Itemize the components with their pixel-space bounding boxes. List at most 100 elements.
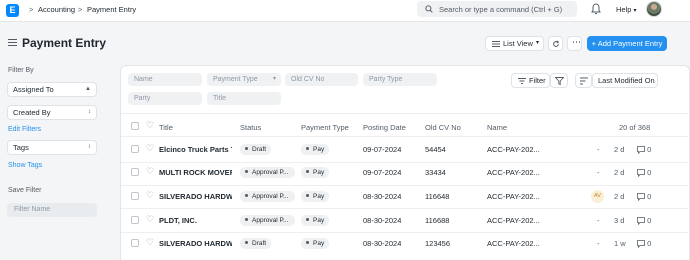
heart-icon[interactable]: ♡: [146, 191, 154, 200]
select-arrow-icon: ↕: [88, 109, 91, 115]
clear-filter-button[interactable]: [550, 73, 568, 88]
payment-type-text: Pay: [313, 146, 325, 153]
row-checkbox[interactable]: [131, 239, 139, 247]
record-count: 20 of 368: [619, 123, 651, 132]
refresh-icon: [553, 40, 560, 47]
row-title[interactable]: SILVERADO HARDWAF: [159, 239, 232, 248]
row-title[interactable]: PLDT, INC.: [159, 216, 232, 225]
column-header-posting-date[interactable]: Posting Date: [363, 123, 406, 132]
comment-count[interactable]: 0: [637, 216, 651, 226]
filter-party-field[interactable]: Party: [128, 92, 202, 105]
assignee-avatar[interactable]: AV: [591, 190, 604, 203]
user-avatar[interactable]: [646, 1, 662, 17]
heart-icon[interactable]: ♡: [146, 167, 154, 176]
filter-button[interactable]: Filter: [511, 73, 550, 88]
more-options-button[interactable]: ⋯: [567, 36, 582, 51]
edit-filters-link[interactable]: Edit Filters: [8, 126, 41, 133]
sort-by-button[interactable]: Last Modified On: [592, 73, 658, 88]
comment-count[interactable]: 0: [637, 192, 652, 202]
sort-order-button[interactable]: [575, 73, 592, 88]
column-header-title[interactable]: Title: [159, 123, 173, 132]
created-by-select[interactable]: Created By ↕: [7, 105, 97, 120]
sidebar-toggle-icon[interactable]: [8, 39, 17, 48]
column-header-status[interactable]: Status: [240, 123, 261, 132]
heart-icon[interactable]: ♡: [146, 144, 154, 153]
status-dot-icon: [245, 146, 248, 150]
type-dot-icon: [306, 240, 309, 244]
tags-label: Tags: [13, 143, 29, 152]
payment-type-text: Pay: [313, 240, 325, 247]
filter-party-type-field[interactable]: Party Type: [363, 73, 437, 86]
row-checkbox[interactable]: [131, 216, 139, 224]
divider: [121, 162, 690, 163]
comment-count[interactable]: 0: [637, 145, 652, 155]
comment-count-text: 0: [647, 168, 652, 177]
row-title[interactable]: SILVERADO HARDWAF: [159, 192, 232, 201]
list-view-button[interactable]: List View ▾: [485, 36, 544, 51]
payment-type-text: Pay: [313, 169, 325, 176]
filter-old-cv-no-field[interactable]: Old CV No: [285, 73, 358, 86]
chevron-down-icon: ▾: [272, 76, 276, 82]
column-header-name[interactable]: Name: [487, 123, 507, 132]
divider: [121, 208, 690, 209]
comment-icon: [637, 169, 645, 178]
show-tags-link[interactable]: Show Tags: [8, 162, 42, 169]
notification-bell-icon[interactable]: [591, 3, 601, 15]
search-icon: [425, 5, 433, 13]
add-payment-entry-button[interactable]: + Add Payment Entry: [587, 36, 667, 51]
type-dot-icon: [306, 193, 309, 197]
heart-icon[interactable]: ♡: [146, 121, 154, 130]
tags-select[interactable]: Tags ↕: [7, 140, 97, 155]
row-checkbox[interactable]: [131, 145, 139, 153]
comment-count[interactable]: 0: [637, 168, 652, 178]
posting-date: 08-30-2024: [363, 216, 402, 225]
heart-icon[interactable]: ♡: [146, 238, 154, 247]
payment-type-text: Pay: [313, 193, 325, 200]
type-dot-icon: [306, 217, 309, 221]
status-dot-icon: [245, 193, 248, 197]
app-logo[interactable]: E: [6, 4, 19, 17]
filter-name-field[interactable]: Name: [128, 73, 202, 86]
filter-by-label: Filter By: [8, 67, 34, 74]
comment-count-text: 0: [647, 145, 652, 154]
select-all-checkbox[interactable]: [131, 122, 139, 130]
help-menu[interactable]: Help ▾: [616, 5, 637, 14]
status-badge: Approval P...: [240, 191, 295, 202]
list-view-label: List View: [503, 39, 533, 48]
assigned-to-select[interactable]: Assigned To ▲: [7, 82, 97, 97]
row-checkbox[interactable]: [131, 168, 139, 176]
modified-age: 1 w: [614, 239, 626, 248]
payment-type-placeholder: Payment Type: [213, 76, 258, 83]
status-badge: Approval P...: [240, 167, 295, 178]
search-bar[interactable]: Search or type a command (Ctrl + G): [417, 1, 577, 17]
column-header-payment-type[interactable]: Payment Type: [301, 123, 349, 132]
divider: [121, 232, 690, 233]
filter-title-field[interactable]: Title: [207, 92, 281, 105]
comment-icon: [637, 217, 645, 226]
funnel-icon: [555, 77, 564, 85]
posting-date: 08-30-2024: [363, 239, 402, 248]
filter-label: Filter: [529, 76, 546, 85]
select-arrow-icon: ▲: [85, 86, 91, 92]
assignee-placeholder: -: [597, 168, 600, 177]
divider: [121, 113, 690, 114]
record-name: ACC-PAY-202...: [487, 216, 540, 225]
refresh-button[interactable]: [548, 36, 563, 51]
row-title[interactable]: MULTI ROCK MOVERS: [159, 168, 232, 177]
payment-type-text: Pay: [313, 217, 325, 224]
modified-age: 3 d: [614, 216, 625, 225]
filter-payment-type-field[interactable]: Payment Type ▾: [207, 73, 281, 86]
assigned-to-label: Assigned To: [13, 85, 54, 94]
heart-icon[interactable]: ♡: [146, 215, 154, 224]
row-title[interactable]: Elcinco Truck Parts Tra: [159, 145, 232, 154]
comment-count[interactable]: 0: [637, 239, 651, 249]
breadcrumb-payment-entry[interactable]: Payment Entry: [87, 5, 136, 14]
comment-count-text: 0: [647, 192, 652, 201]
chevron-down-icon: ▾: [535, 40, 539, 46]
row-checkbox[interactable]: [131, 192, 139, 200]
column-header-old-cv-no[interactable]: Old CV No: [425, 123, 461, 132]
breadcrumb-accounting[interactable]: Accounting: [38, 5, 75, 14]
record-name: ACC-PAY-202...: [487, 145, 540, 154]
filter-name-input[interactable]: Filter Name: [7, 203, 97, 217]
assignee-placeholder: -: [597, 239, 600, 248]
